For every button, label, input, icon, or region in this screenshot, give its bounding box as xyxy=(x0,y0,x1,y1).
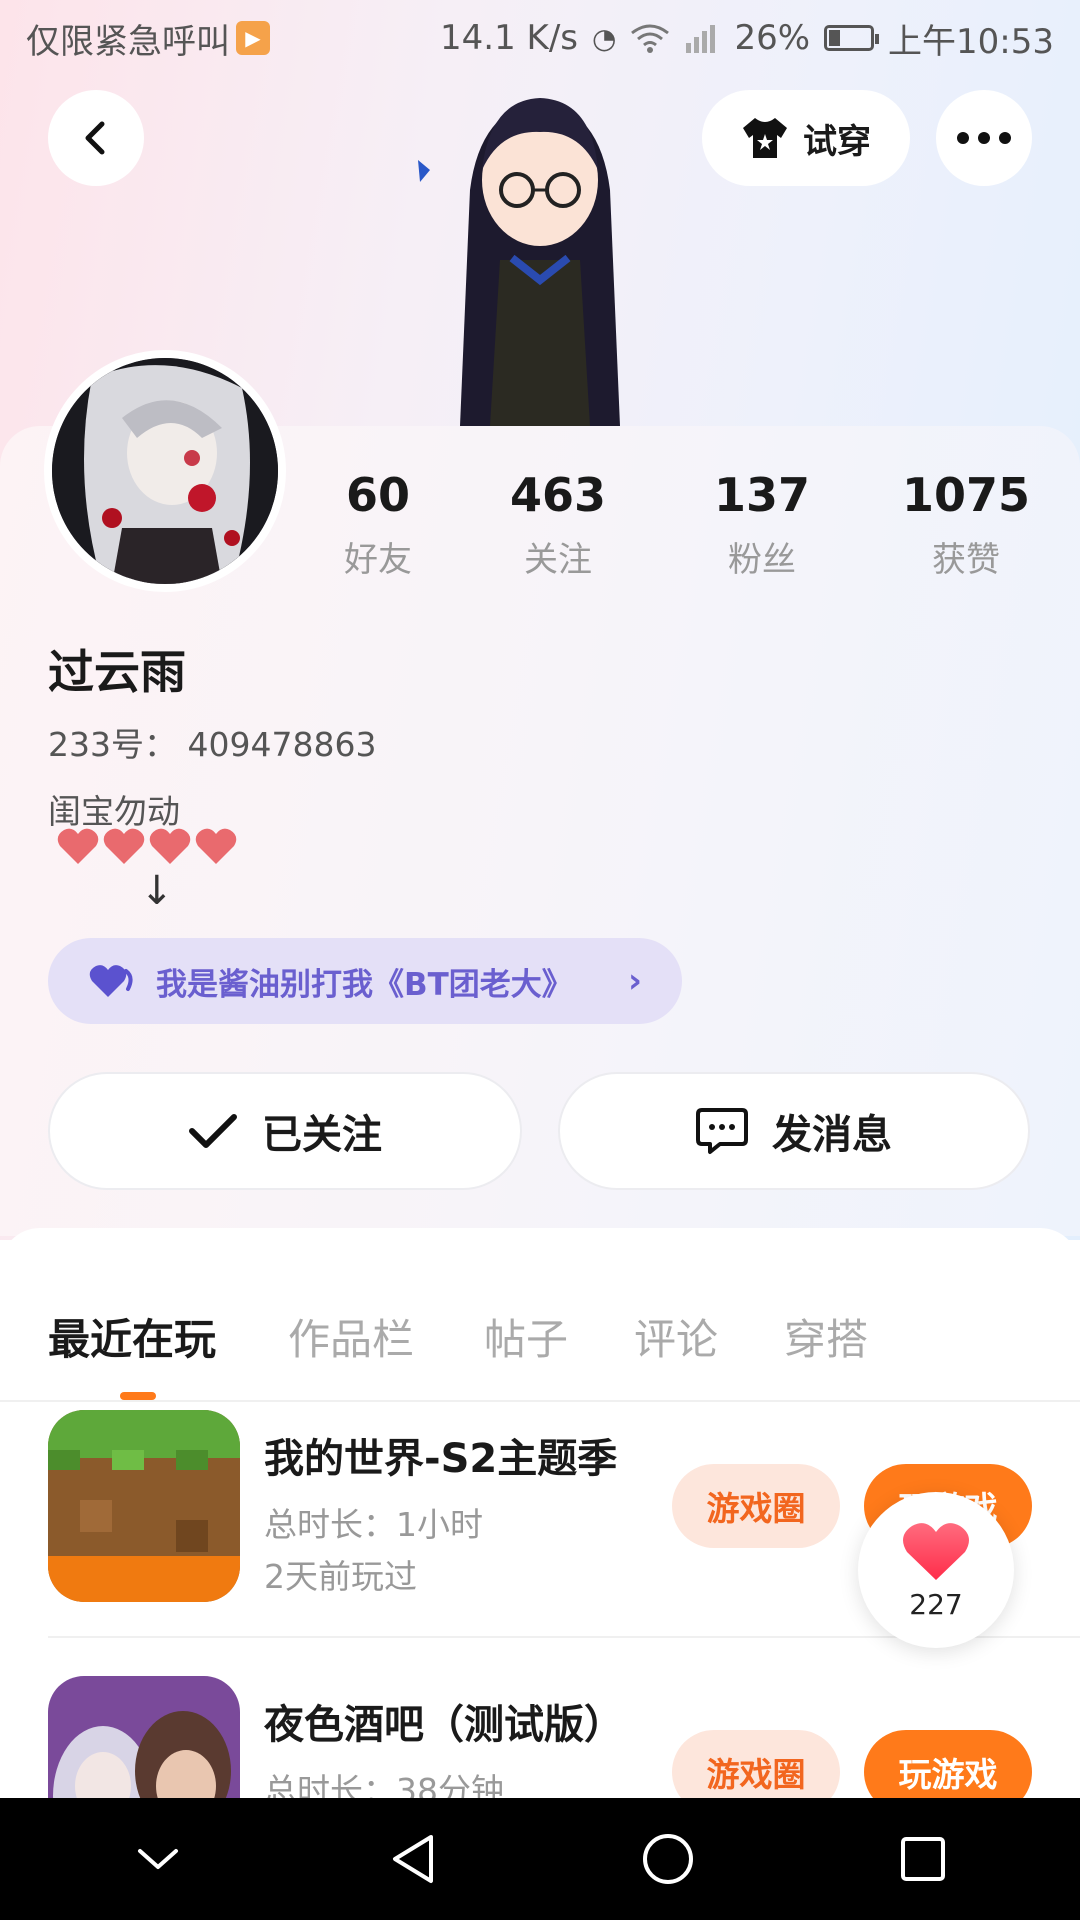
chevron-right-icon: › xyxy=(627,961,642,1001)
nav-recents-button[interactable] xyxy=(878,1814,968,1904)
profile-tabs: 最近在玩 作品栏 帖子 评论 穿搭 xyxy=(0,1268,1080,1402)
circle-home-icon xyxy=(642,1834,693,1884)
active-tab-indicator xyxy=(120,1392,156,1400)
stat-value: 60 xyxy=(345,468,410,522)
status-right: 14.1 K/s ◔ 26% 上午10:53 xyxy=(440,14,1054,63)
stat-label: 获赞 xyxy=(932,540,1000,580)
game-duration: 总时长：1小时 xyxy=(264,1505,483,1544)
game-title: 我的世界-S2主题季 xyxy=(264,1436,618,1482)
title-badge[interactable]: 我是酱油别打我《BT团老大》 › xyxy=(48,938,682,1024)
followed-button[interactable]: 已关注 xyxy=(48,1072,522,1190)
tab-works[interactable]: 作品栏 xyxy=(288,1306,414,1367)
clock: 上午10:53 xyxy=(888,21,1054,62)
square-recents-icon xyxy=(900,1837,945,1881)
heart-emoji-icon xyxy=(195,828,237,864)
heart-badge-icon xyxy=(89,965,133,997)
like-button[interactable]: 227 xyxy=(858,1492,1014,1648)
bio-arrow: ↓ xyxy=(140,868,174,914)
chevron-down-icon xyxy=(137,1849,178,1869)
status-left: 仅限紧急呼叫 ▶ xyxy=(26,14,270,63)
profile-stats: 60 好友 463 关注 137 粉丝 1075 获赞 xyxy=(0,468,1080,581)
chevron-left-icon xyxy=(85,121,105,155)
followed-label: 已关注 xyxy=(262,1112,382,1158)
nav-hide-button[interactable] xyxy=(113,1814,203,1904)
stat-value: 463 xyxy=(509,468,607,522)
status-bar: 仅限紧急呼叫 ▶ 14.1 K/s ◔ 26% 上午10:53 xyxy=(0,0,1080,76)
title-badge-text: 我是酱油别打我《BT团老大》 xyxy=(156,966,573,1003)
heart-icon xyxy=(903,1522,969,1580)
stat-following[interactable]: 463 关注 xyxy=(478,468,638,581)
game-circle-button[interactable]: 游戏圈 xyxy=(672,1464,840,1548)
heart-emoji-icon xyxy=(149,828,191,864)
stat-value: 1075 xyxy=(901,468,1031,522)
game-title: 夜色酒吧（测试版） xyxy=(264,1702,624,1748)
stat-label: 好友 xyxy=(344,540,412,580)
stat-label: 关注 xyxy=(524,540,592,580)
data-saver-icon: ◔ xyxy=(592,21,617,55)
try-on-label: 试穿 xyxy=(803,121,871,162)
tab-comments[interactable]: 评论 xyxy=(634,1306,718,1367)
nav-back-button[interactable] xyxy=(368,1814,458,1904)
tab-posts[interactable]: 帖子 xyxy=(484,1306,568,1367)
bio-hearts xyxy=(56,826,238,866)
network-speed: 14.1 K/s xyxy=(440,18,578,58)
stat-likes[interactable]: 1075 获赞 xyxy=(886,468,1046,581)
user-nickname: 过云雨 xyxy=(48,645,186,699)
play-notification-icon: ▶ xyxy=(236,21,270,55)
stat-label: 粉丝 xyxy=(728,540,796,580)
tshirt-icon xyxy=(743,118,787,158)
game-last-played: 2天前玩过 xyxy=(264,1557,417,1596)
battery-percent: 26% xyxy=(734,18,811,58)
tabs-divider xyxy=(0,1400,1080,1402)
stat-followers[interactable]: 137 粉丝 xyxy=(682,468,842,581)
heart-emoji-icon xyxy=(57,828,99,864)
signal-icon xyxy=(686,25,716,53)
heart-emoji-icon xyxy=(103,828,145,864)
tab-outfits[interactable]: 穿搭 xyxy=(784,1306,868,1367)
wifi-icon xyxy=(631,24,670,53)
game-icon-minecraft xyxy=(48,1410,240,1602)
triangle-back-icon xyxy=(392,1835,433,1883)
send-message-label: 发消息 xyxy=(772,1112,892,1158)
chat-bubble-icon xyxy=(696,1108,748,1154)
back-button[interactable] xyxy=(48,90,144,186)
checkmark-icon xyxy=(189,1114,237,1148)
try-on-button[interactable]: 试穿 xyxy=(702,90,910,186)
stat-friends[interactable]: 60 好友 xyxy=(298,468,458,581)
character-avatar-image xyxy=(418,98,620,426)
tab-recently-played[interactable]: 最近在玩 xyxy=(48,1306,216,1367)
like-count: 227 xyxy=(909,1587,963,1621)
carrier-text: 仅限紧急呼叫 xyxy=(26,21,230,62)
battery-icon xyxy=(824,25,880,51)
nav-home-button[interactable] xyxy=(623,1814,713,1904)
stat-value: 137 xyxy=(713,468,811,522)
user-id[interactable]: 233号： 409478863 xyxy=(48,718,376,766)
send-message-button[interactable]: 发消息 xyxy=(558,1072,1030,1190)
more-options-button[interactable] xyxy=(936,90,1032,186)
system-nav-bar xyxy=(0,1798,1080,1920)
more-dots-icon xyxy=(957,132,1011,144)
